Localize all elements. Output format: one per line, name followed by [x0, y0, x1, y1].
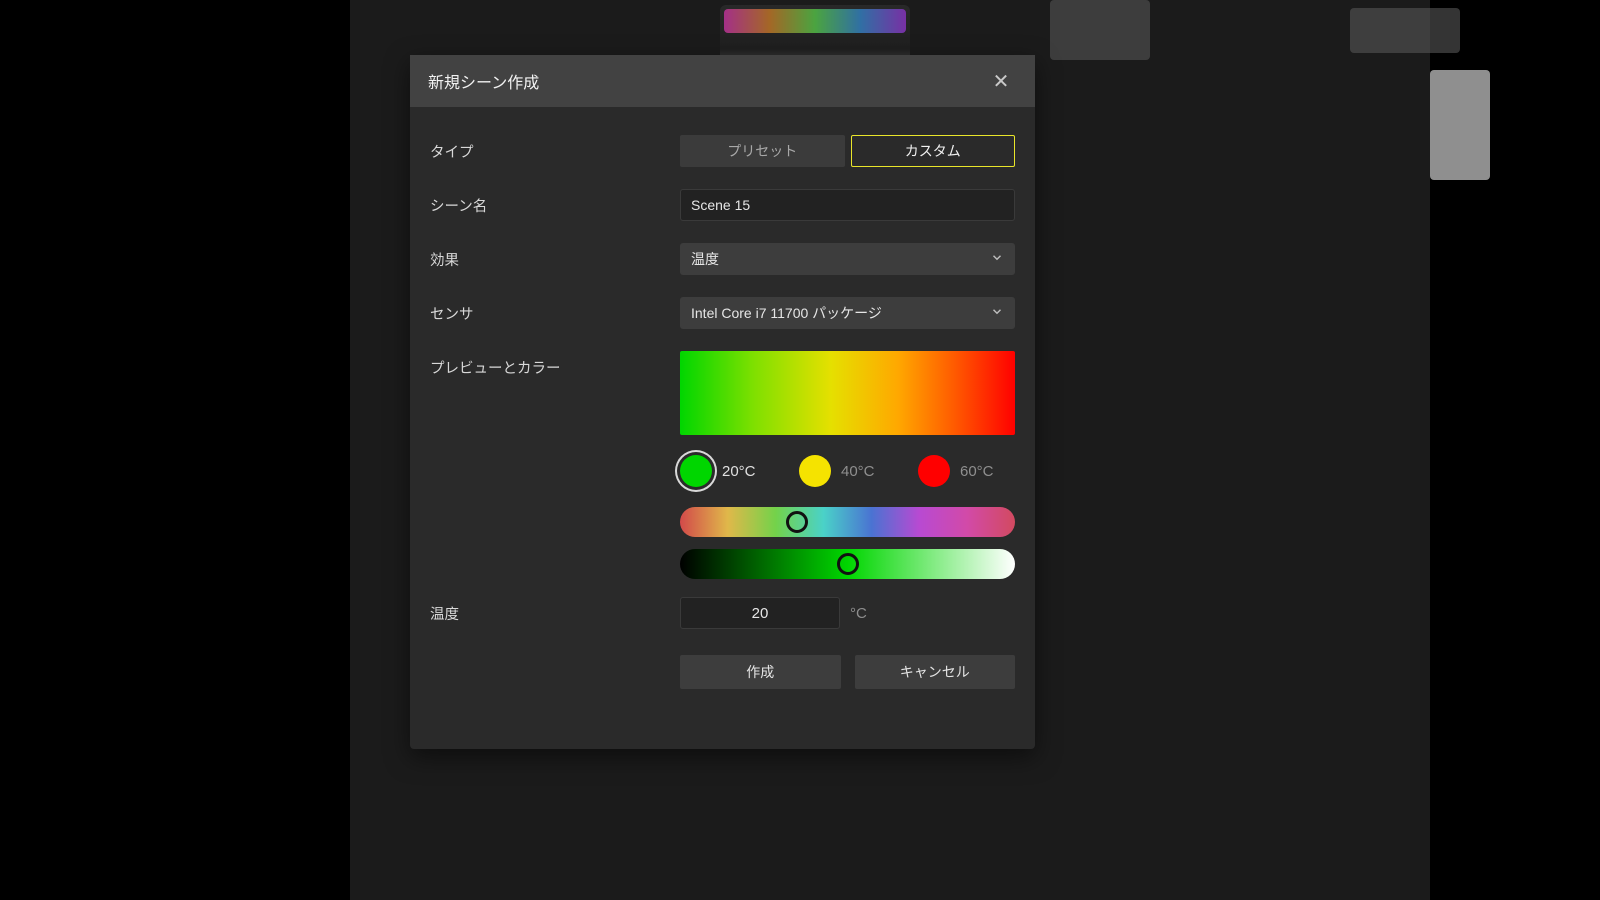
row-temperature: 温度 °C — [430, 597, 1015, 629]
device-thumb-2 — [1050, 0, 1150, 60]
close-button[interactable]: ✕ — [985, 65, 1017, 97]
type-preset-button[interactable]: プリセット — [680, 135, 845, 167]
hue-slider[interactable] — [680, 507, 1015, 537]
label-scene-name: シーン名 — [430, 189, 680, 216]
color-stop-label: 60°C — [960, 463, 994, 480]
color-stop-2[interactable]: 60°C — [918, 455, 1015, 487]
device-thumb-3 — [1350, 8, 1460, 53]
modal-body: タイプ プリセット カスタム シーン名 効果 温度 — [410, 107, 1035, 749]
type-segmented: プリセット カスタム — [680, 135, 1015, 167]
action-row: 作成 キャンセル — [680, 655, 1015, 689]
close-icon: ✕ — [993, 69, 1010, 94]
row-preview-color: プレビューとカラー 20°C 40°C 60°C — [430, 351, 1015, 579]
cancel-button[interactable]: キャンセル — [855, 655, 1016, 689]
type-custom-button[interactable]: カスタム — [851, 135, 1016, 167]
color-stop-0[interactable]: 20°C — [680, 455, 777, 487]
effect-select-value: 温度 — [691, 249, 719, 269]
row-scene-name: シーン名 — [430, 189, 1015, 221]
device-thumb-4 — [1430, 70, 1490, 180]
row-actions: 作成 キャンセル — [430, 655, 1015, 689]
scene-name-input[interactable] — [680, 189, 1015, 221]
sensor-select[interactable]: Intel Core i7 11700 パッケージ — [680, 297, 1015, 329]
lightness-slider-handle[interactable] — [837, 553, 859, 575]
label-temperature: 温度 — [430, 597, 680, 624]
new-scene-modal: 新規シーン作成 ✕ タイプ プリセット カスタム シーン名 効果 — [410, 55, 1035, 749]
temperature-input-wrap: °C — [680, 597, 1015, 629]
color-stops: 20°C 40°C 60°C — [680, 455, 1015, 487]
lightness-slider[interactable] — [680, 549, 1015, 579]
temperature-input[interactable] — [680, 597, 840, 629]
label-preview-color: プレビューとカラー — [430, 351, 680, 378]
label-effect: 効果 — [430, 243, 680, 270]
hue-slider-handle[interactable] — [786, 511, 808, 533]
color-swatch[interactable] — [680, 455, 712, 487]
temperature-unit: °C — [850, 605, 867, 622]
gradient-preview[interactable] — [680, 351, 1015, 435]
row-effect: 効果 温度 — [430, 243, 1015, 275]
create-button[interactable]: 作成 — [680, 655, 841, 689]
modal-title: 新規シーン作成 — [428, 69, 985, 93]
effect-select[interactable]: 温度 — [680, 243, 1015, 275]
row-type: タイプ プリセット カスタム — [430, 135, 1015, 167]
chevron-down-icon — [990, 305, 1004, 322]
color-stop-1[interactable]: 40°C — [799, 455, 896, 487]
label-type: タイプ — [430, 135, 680, 162]
row-sensor: センサ Intel Core i7 11700 パッケージ — [430, 297, 1015, 329]
chevron-down-icon — [990, 251, 1004, 268]
color-stop-label: 40°C — [841, 463, 875, 480]
color-swatch[interactable] — [918, 455, 950, 487]
color-stop-label: 20°C — [722, 463, 756, 480]
color-swatch[interactable] — [799, 455, 831, 487]
modal-header: 新規シーン作成 ✕ — [410, 55, 1035, 107]
sensor-select-value: Intel Core i7 11700 パッケージ — [691, 303, 882, 323]
label-sensor: センサ — [430, 297, 680, 324]
